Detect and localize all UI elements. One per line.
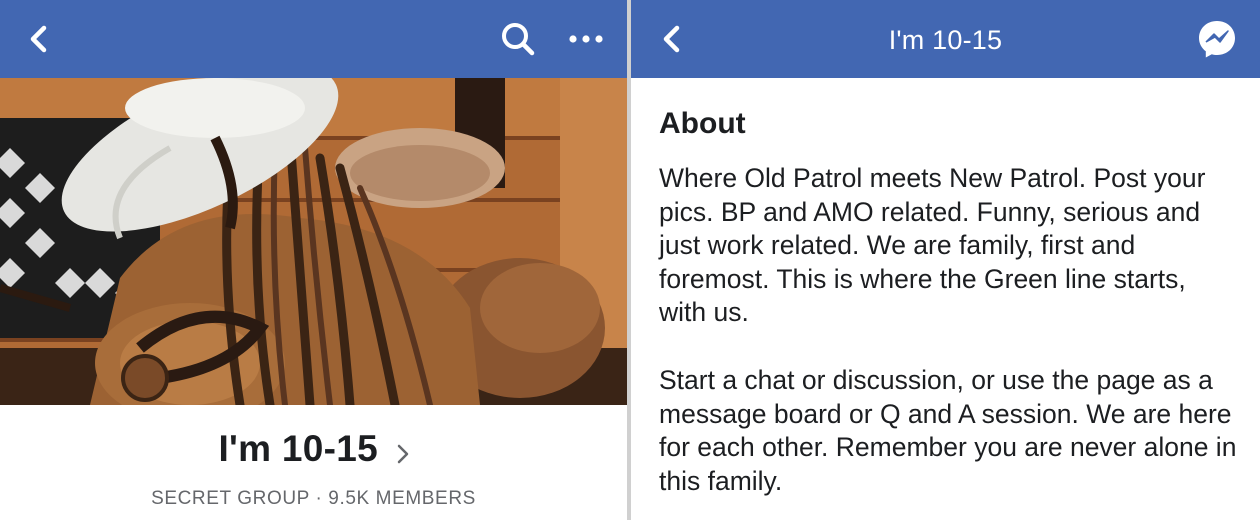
about-navbar: I'm 10-15 <box>631 0 1260 78</box>
about-paragraph-1: Where Old Patrol meets New Patrol. Post … <box>659 163 1206 328</box>
chevron-left-icon <box>30 25 47 53</box>
group-navbar <box>0 0 627 78</box>
about-paragraph-2: Start a chat or discussion, or use the p… <box>659 365 1237 496</box>
page-title: I'm 10-15 <box>888 25 1003 55</box>
search-button[interactable] <box>498 19 538 59</box>
back-button[interactable] <box>651 19 691 59</box>
about-heading: About <box>659 107 746 140</box>
group-screen: I'm 10-15 SECRET GROUP · 9.5K MEMBERS <box>0 0 627 520</box>
group-meta: SECRET GROUP · 9.5K MEMBERS <box>151 488 476 509</box>
about-screen: I'm 10-15 About Where Old Patrol meets N… <box>631 0 1260 520</box>
more-options-button[interactable] <box>566 19 606 59</box>
group-name[interactable]: I'm 10-15 <box>218 428 378 469</box>
cover-photo[interactable] <box>0 78 627 405</box>
search-icon <box>502 23 535 56</box>
chevron-left-icon <box>663 25 680 53</box>
group-title-row[interactable]: I'm 10-15 <box>0 428 627 470</box>
messenger-button[interactable] <box>1197 19 1237 59</box>
back-button[interactable] <box>18 19 58 59</box>
chevron-right-icon <box>397 444 408 464</box>
ellipsis-icon <box>569 35 603 43</box>
messenger-icon <box>1199 21 1235 58</box>
